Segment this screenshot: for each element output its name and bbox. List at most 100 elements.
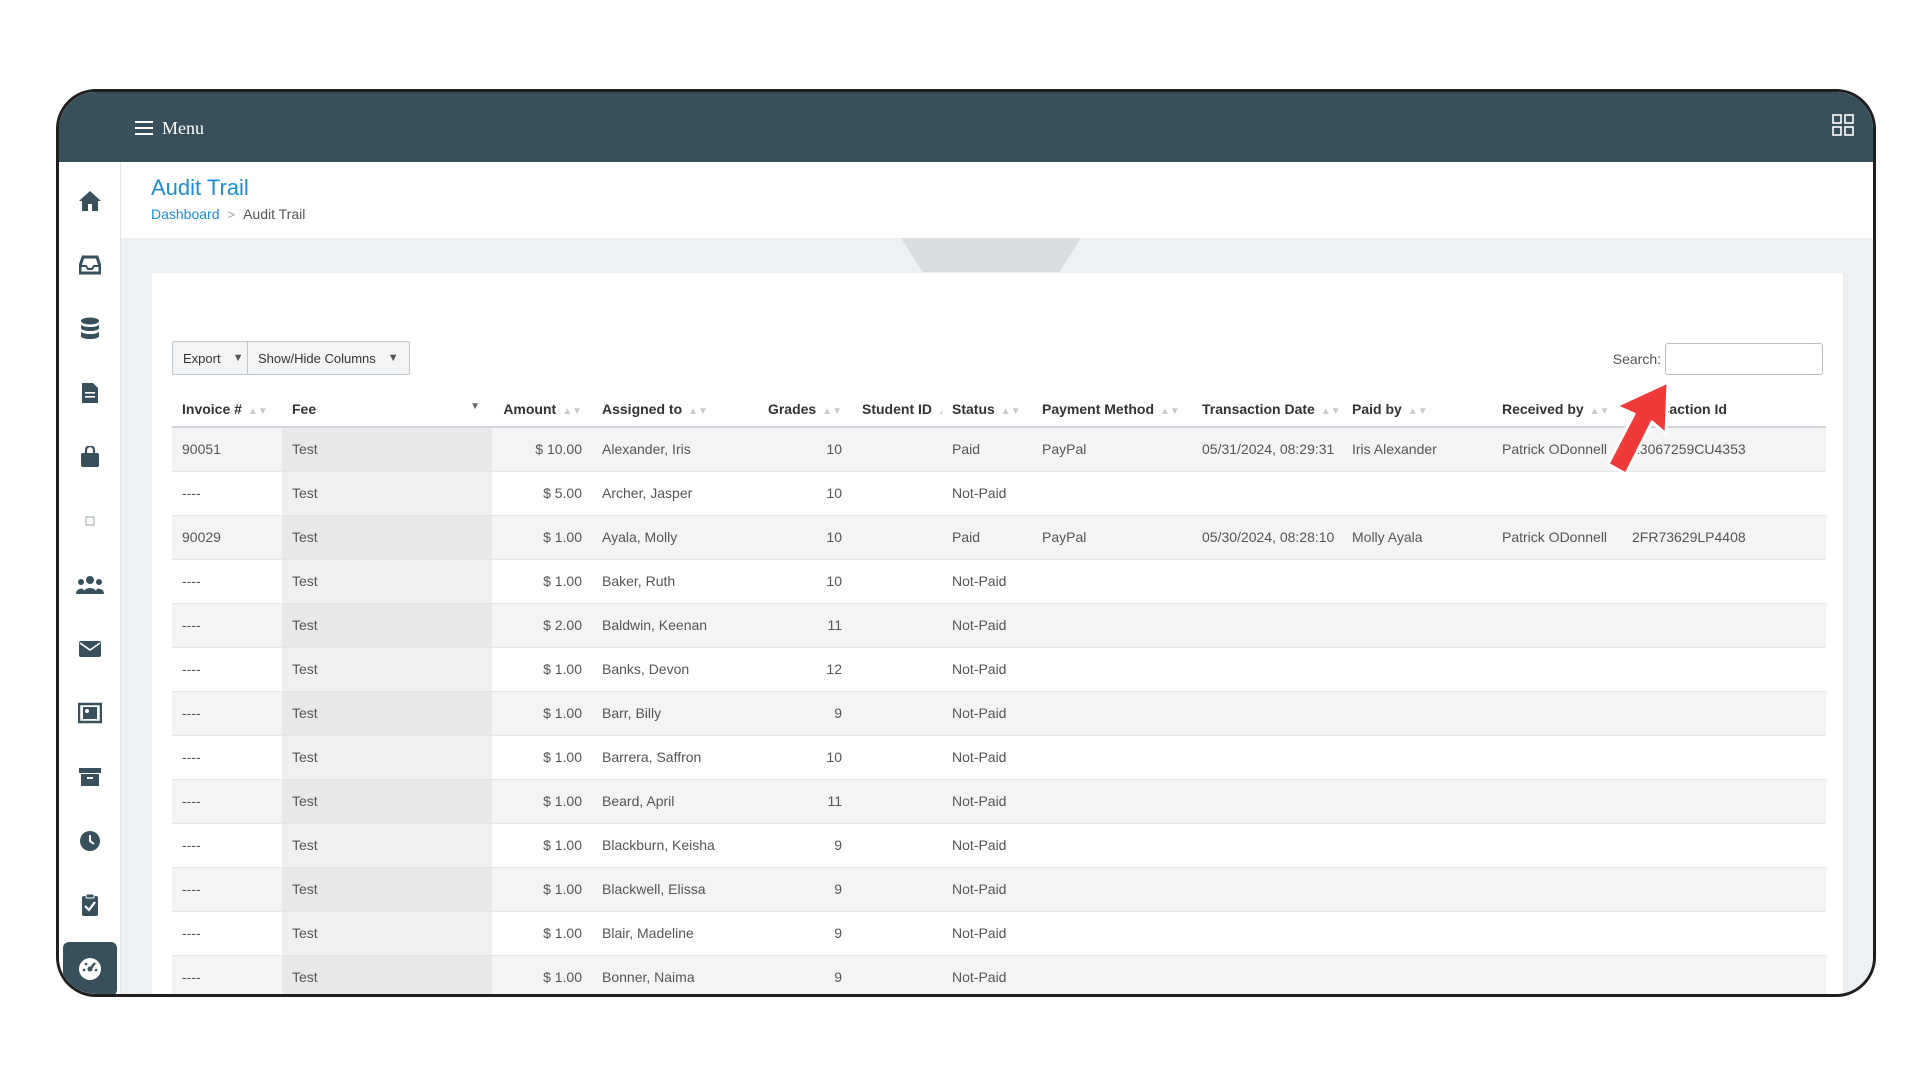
export-label: Export [183,350,221,366]
table-cell [1622,779,1826,824]
column-header-student-id[interactable]: Student ID▲▼ [852,391,942,428]
table-cell: $ 1.00 [492,867,592,912]
briefcase-icon [81,446,99,467]
table-cell: Test [282,427,492,472]
table-cell: 2FR73629LP4408 [1622,515,1826,560]
table-row[interactable]: 90051 Test $ 10.00 Alexander, Iris 10 Paid Pay… [172,427,1826,472]
table-cell: 10 [752,559,852,604]
table-cell [1492,779,1622,824]
table-cell: 11 [752,779,852,824]
column-header-invoice[interactable]: Invoice # ▲▼ [172,391,282,428]
table-cell: $ 2.00 [492,603,592,648]
column-header-status[interactable]: Status ▲▼ [942,391,1032,428]
database-icon [81,317,99,339]
table-cell: ---- [172,911,282,956]
sidebar-item-history[interactable] [63,814,117,868]
table-cell [1342,647,1492,692]
sidebar-item-tasks[interactable] [63,878,117,932]
table-row[interactable]: ---- Test $ 1.00 Blair, Madeline 9 Not-Paid [172,911,1826,956]
menu-button[interactable]: Menu [135,114,204,142]
table-row[interactable]: ---- Test $ 1.00 Barrera, Saffron 10 Not-Paid [172,735,1826,780]
sidebar-item-documents[interactable] [63,366,117,420]
envelope-icon [79,641,101,657]
export-button[interactable]: Export ▼ [172,341,255,375]
table-row[interactable]: ---- Test $ 5.00 Archer, Jasper 10 Not-Paid [172,471,1826,516]
table-row[interactable]: ---- Test $ 2.00 Baldwin, Keenan 11 Not-Paid [172,603,1826,648]
table-cell [852,735,942,780]
column-header-transaction-id[interactable]: Transaction Id [1622,391,1826,428]
search-label: Search: [1612,351,1661,367]
table-row[interactable]: 90029 Test $ 1.00 Ayala, Molly 10 Paid PayPal 0… [172,515,1826,560]
table-cell: $ 1.00 [492,515,592,560]
caret-down-icon: ▼ [232,352,244,364]
table-row[interactable]: ---- Test $ 1.00 Baker, Ruth 10 Not-Paid [172,559,1826,604]
column-header-payment-method[interactable]: Payment Method ▲▼ [1032,391,1192,428]
table-cell [1192,647,1342,692]
table-cell [1032,603,1192,648]
table-row[interactable]: ---- Test $ 1.00 Blackburn, Keisha 9 Not-Paid [172,823,1826,868]
sidebar-item-database[interactable] [63,302,117,356]
table-cell: $ 1.00 [492,955,592,994]
breadcrumb-current: Audit Trail [243,206,306,222]
watermark-logo [901,238,1081,272]
table-cell: 9 [752,911,852,956]
table-cell [1342,955,1492,994]
table-row[interactable]: ---- Test $ 1.00 Blackwell, Elissa 9 Not-Paid [172,867,1826,912]
apps-grid-icon[interactable] [1831,113,1855,137]
archive-icon [79,768,101,786]
table-cell [1032,647,1192,692]
column-header-fee[interactable]: Fee ▼ [282,391,492,428]
table-cell [1492,559,1622,604]
sidebar-item-inbox[interactable] [63,238,117,292]
table-cell: ---- [172,823,282,868]
table-cell [1342,779,1492,824]
table-cell: Test [282,471,492,516]
table-row[interactable]: ---- Test $ 1.00 Bonner, Naima 9 Not-Paid [172,955,1826,994]
table-cell: Bonner, Naima [592,955,752,994]
table-cell [852,559,942,604]
table-cell: $ 10.00 [492,427,592,472]
table-cell: ---- [172,647,282,692]
table-row[interactable]: ---- Test $ 1.00 Barr, Billy 9 Not-Paid [172,691,1826,736]
sort-icon: ▲▼ [822,405,842,417]
table-cell: $ 1.00 [492,691,592,736]
table-cell: Test [282,779,492,824]
table-row[interactable]: ---- Test $ 1.00 Beard, April 11 Not-Paid [172,779,1826,824]
page-title: Audit Trail [151,175,249,200]
sidebar-item-blank[interactable] [63,494,117,548]
table-cell [1342,867,1492,912]
sort-icon: ▲▼ [1589,405,1610,417]
table-cell: Test [282,735,492,780]
search-input[interactable] [1665,343,1823,375]
table-cell [1032,471,1192,516]
table-cell [1492,691,1622,736]
sidebar-item-archive[interactable] [63,750,117,804]
column-header-assigned-to[interactable]: Assigned to ▲▼ [592,391,752,428]
sidebar-item-briefcase[interactable] [63,430,117,484]
breadcrumb-dashboard-link[interactable]: Dashboard [151,206,220,222]
dashboard-gauge-icon [79,958,101,980]
column-header-amount[interactable]: Amount ▲▼ [492,391,592,428]
table-cell [1622,603,1826,648]
column-header-paid-by[interactable]: Paid by ▲▼ [1342,391,1492,428]
sidebar-item-home[interactable] [63,174,117,228]
table-cell [1192,735,1342,780]
table-cell: Test [282,867,492,912]
table-cell [1342,559,1492,604]
table-cell: Blair, Madeline [592,911,752,956]
show-hide-columns-button[interactable]: Show/Hide Columns ▼ [247,341,410,375]
sidebar-item-users[interactable] [63,558,117,612]
table-cell: ---- [172,691,282,736]
column-header-transaction-date[interactable]: Transaction Date ▲▼ [1192,391,1342,428]
sidebar-item-messages[interactable] [63,622,117,676]
table-cell [1342,911,1492,956]
column-header-received-by[interactable]: Received by ▲▼ [1492,391,1622,428]
table-cell: 9 [752,823,852,868]
sidebar-item-dashboard[interactable] [63,942,117,994]
sidebar-item-gallery[interactable] [63,686,117,740]
column-header-grades[interactable]: Grades ▲▼ [752,391,852,428]
table-row[interactable]: ---- Test $ 1.00 Banks, Devon 12 Not-Paid [172,647,1826,692]
table-cell [1622,559,1826,604]
table-cell: 05/31/2024, 08:29:31 [1192,427,1342,472]
table-cell: Baldwin, Keenan [592,603,752,648]
